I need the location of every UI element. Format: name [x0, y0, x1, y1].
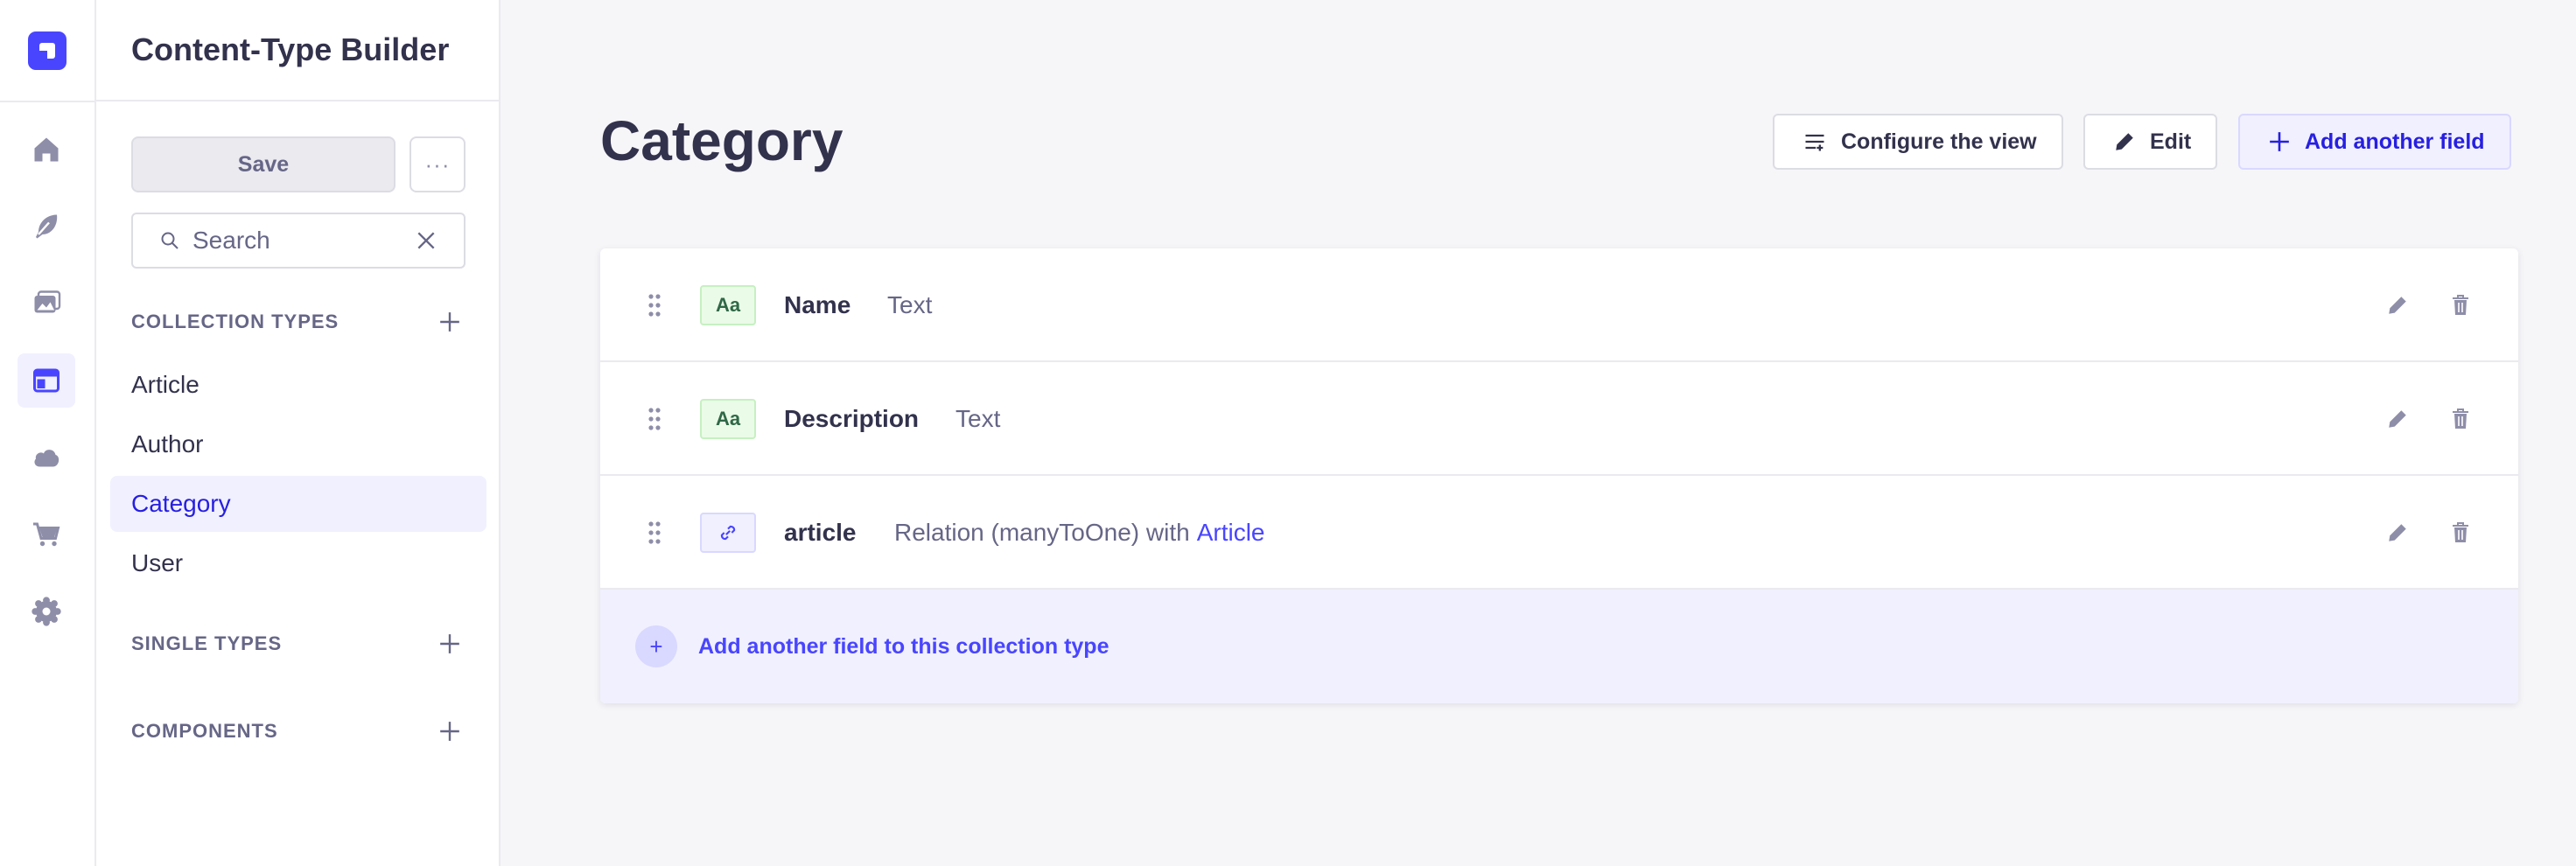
- rail-item-settings[interactable]: [18, 584, 75, 639]
- feather-icon: [36, 214, 58, 239]
- edit-field-button[interactable]: [2380, 288, 2415, 323]
- edit-field-button[interactable]: [2380, 515, 2415, 550]
- field-type-label: Relation (manyToOne) with: [894, 519, 1190, 546]
- components-heading: COMPONENTS: [131, 720, 278, 742]
- pencil-icon: [2389, 297, 2406, 314]
- plus-icon: [440, 722, 459, 741]
- field-type: Text: [887, 248, 932, 362]
- rail-item-content-type-builder[interactable]: [18, 353, 75, 408]
- delete-field-button[interactable]: [2443, 515, 2478, 550]
- rail-item-marketplace[interactable]: [18, 507, 75, 562]
- edit-field-button[interactable]: [2380, 402, 2415, 436]
- trash-icon: [2453, 522, 2468, 542]
- field-row-name: Aa Name Text: [600, 248, 2518, 362]
- add-field-to-collection-row[interactable]: + Add another field to this collection t…: [600, 590, 2518, 703]
- add-collection-type-button[interactable]: [434, 306, 466, 338]
- content-type-sidebar: Content-Type Builder Save ··· COLLECTION…: [96, 0, 500, 866]
- rail-item-home[interactable]: [18, 122, 75, 177]
- link-icon: [720, 525, 736, 541]
- edit-button[interactable]: Edit: [2083, 114, 2218, 170]
- add-circle-icon: +: [635, 625, 677, 667]
- clear-search-icon[interactable]: [415, 229, 438, 252]
- rail-item-content-manager[interactable]: [18, 199, 75, 254]
- pencil-icon: [2389, 410, 2406, 428]
- field-name: Name: [784, 291, 851, 318]
- page-title: Category: [600, 109, 844, 172]
- save-button[interactable]: Save: [131, 136, 396, 192]
- sidebar-title: Content-Type Builder: [131, 31, 450, 67]
- cloud-icon: [34, 450, 60, 467]
- field-row-description: Aa Description Text: [600, 362, 2518, 476]
- drag-handle-icon[interactable]: [648, 292, 662, 318]
- more-actions-button[interactable]: ···: [410, 136, 466, 192]
- rail-divider: [0, 101, 94, 102]
- field-type: Text: [956, 362, 1000, 476]
- image-icon: [34, 290, 61, 313]
- search-field[interactable]: [131, 213, 466, 269]
- field-type: Relation (manyToOne) with Article: [894, 476, 1265, 590]
- plus-icon: [440, 634, 459, 653]
- field-name: article: [784, 519, 857, 546]
- drag-handle-icon[interactable]: [648, 406, 662, 432]
- add-single-type-button[interactable]: [434, 628, 466, 660]
- relation-type-icon: [700, 513, 756, 553]
- configure-view-button[interactable]: Configure the view: [1773, 114, 2063, 170]
- field-row-article: article Relation (manyToOne) with Articl…: [600, 476, 2518, 590]
- text-type-icon: Aa: [700, 399, 756, 439]
- pencil-icon: [2389, 524, 2406, 541]
- add-another-field-button[interactable]: Add another field: [2238, 114, 2511, 170]
- single-types-header: SINGLE TYPES: [131, 626, 466, 661]
- layout-icon: [33, 368, 60, 393]
- house-icon: [34, 137, 59, 162]
- configure-view-label: Configure the view: [1841, 129, 2037, 154]
- field-type-label: Text: [956, 405, 1001, 432]
- single-types-heading: SINGLE TYPES: [131, 632, 283, 654]
- rail-item-media-library[interactable]: [18, 276, 75, 331]
- trash-icon: [2453, 295, 2468, 315]
- add-component-button[interactable]: [434, 716, 466, 747]
- sidebar-item-article[interactable]: Article: [110, 357, 486, 413]
- sidebar-item-category[interactable]: Category: [110, 476, 486, 532]
- drag-handle-icon[interactable]: [648, 520, 662, 546]
- edit-label: Edit: [2150, 129, 2192, 154]
- fields-list: Aa Name Text Aa Description Text article…: [600, 248, 2518, 703]
- strapi-logo[interactable]: [28, 31, 66, 70]
- field-name: Description: [784, 405, 920, 432]
- field-type-label: Text: [887, 291, 933, 318]
- cart-icon: [33, 522, 60, 547]
- list-settings-icon: [1805, 134, 1824, 151]
- add-field-to-collection-label: Add another field to this collection typ…: [698, 633, 1110, 659]
- pencil-icon: [2116, 133, 2133, 150]
- plus-icon: [440, 312, 459, 332]
- collection-types-heading: COLLECTION TYPES: [131, 311, 340, 332]
- add-another-field-label: Add another field: [2305, 129, 2485, 154]
- text-type-icon: Aa: [700, 285, 756, 325]
- sidebar-item-author[interactable]: Author: [110, 416, 486, 472]
- sidebar-divider: [96, 100, 499, 101]
- sidebar-item-user[interactable]: User: [110, 535, 486, 591]
- gear-icon: [32, 597, 61, 626]
- relation-target-link[interactable]: Article: [1197, 519, 1265, 547]
- plus-icon: [2270, 132, 2289, 151]
- collection-types-header: COLLECTION TYPES: [131, 304, 466, 339]
- search-input[interactable]: [192, 227, 394, 255]
- trash-icon: [2453, 409, 2468, 429]
- rail-item-deploy[interactable]: [18, 430, 75, 485]
- search-icon: [161, 232, 178, 249]
- components-header: COMPONENTS: [131, 714, 466, 749]
- delete-field-button[interactable]: [2443, 288, 2478, 323]
- delete-field-button[interactable]: [2443, 402, 2478, 436]
- main-nav-rail: [0, 0, 96, 866]
